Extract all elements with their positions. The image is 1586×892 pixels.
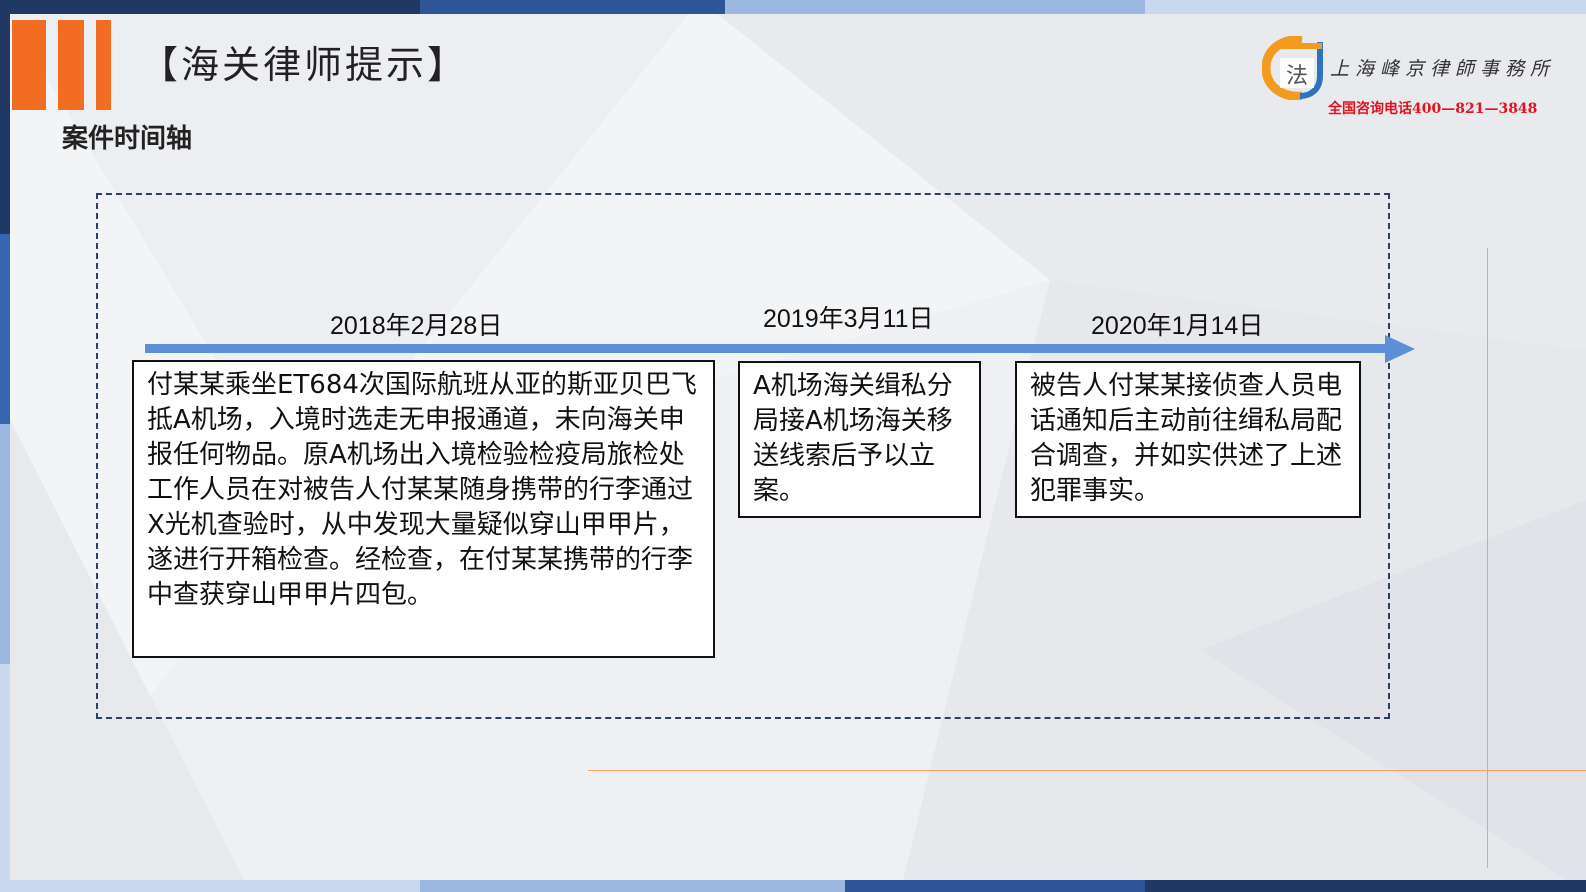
firm-phone: 全国咨询电话400—821—3848 <box>1328 101 1538 117</box>
left-accent-stripe <box>0 14 10 880</box>
page-title: 【海关律师提示】 <box>140 43 469 87</box>
orange-title-block-2 <box>58 20 84 110</box>
orange-title-block-3 <box>96 20 111 110</box>
timeline-event-1: 付某某乘坐ET684次国际航班从亚的斯亚贝巴飞抵A机场，入境时选走无申报通道，未… <box>132 360 715 658</box>
timeline-date-2: 2019年3月11日 <box>763 305 934 333</box>
firm-name: 上海峰京律師事務所 <box>1330 58 1556 80</box>
timeline-event-3: 被告人付某某接侦查人员电话通知后主动前往缉私局配合调查，并如实供述了上述犯罪事实… <box>1015 361 1361 518</box>
top-accent-bar <box>0 0 1586 14</box>
decorative-line-vertical <box>1487 248 1488 868</box>
section-subtitle: 案件时间轴 <box>62 124 193 154</box>
svg-text:法: 法 <box>1286 64 1308 89</box>
decorative-line-horizontal <box>588 770 1586 771</box>
timeline-date-3: 2020年1月14日 <box>1091 312 1264 340</box>
bottom-accent-bar <box>0 880 1586 892</box>
timeline-date-1: 2018年2月28日 <box>330 312 503 340</box>
orange-title-block-1 <box>12 20 46 110</box>
timeline-event-2: A机场海关缉私分局接A机场海关移送线索后予以立案。 <box>738 361 981 518</box>
